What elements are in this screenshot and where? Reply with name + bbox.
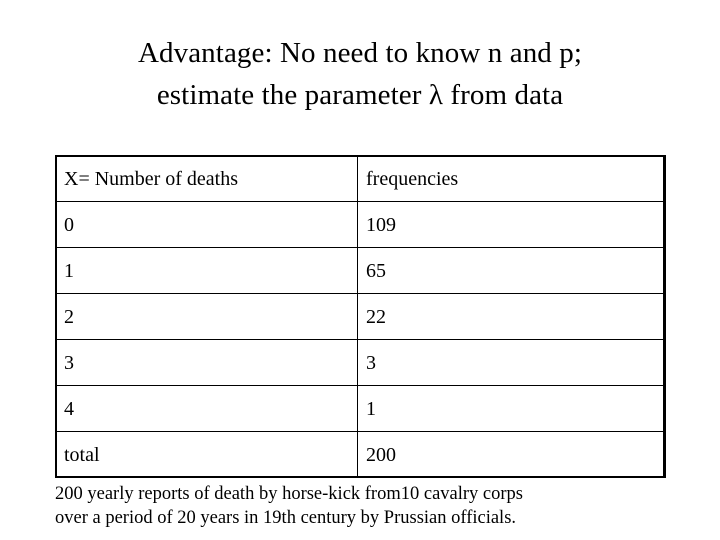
table-cell-frequency: 3 xyxy=(357,339,666,386)
table-row: 0 109 xyxy=(55,201,666,248)
title-line-1: Advantage: No need to know n and p; xyxy=(137,37,583,69)
table-row: 1 65 xyxy=(55,247,666,294)
table-total-row: total 200 xyxy=(55,431,666,478)
table-row: 2 22 xyxy=(55,293,666,340)
table-cell-x: 3 xyxy=(55,339,358,386)
frequency-table: X= Number of deaths frequencies 0 109 1 … xyxy=(55,155,666,478)
table-header-cell-x: X= Number of deaths xyxy=(55,155,358,202)
title-line-2: estimate the parameter λ from data xyxy=(156,79,564,111)
table-cell-frequency: 109 xyxy=(357,201,666,248)
table-cell-frequency: 65 xyxy=(357,247,666,294)
table-cell-x: 2 xyxy=(55,293,358,340)
table-cell-total-label: total xyxy=(55,431,358,478)
footnote-line-2: over a period of 20 years in 19th centur… xyxy=(55,508,517,528)
table-cell-total-frequency: 200 xyxy=(357,431,666,478)
footnote: 200 yearly reports of death by horse-kic… xyxy=(55,482,675,530)
table-row: 4 1 xyxy=(55,385,666,432)
table-row: 3 3 xyxy=(55,339,666,386)
footnote-line-1: 200 yearly reports of death by horse-kic… xyxy=(55,484,523,504)
table-header-cell-frequencies: frequencies xyxy=(357,155,666,202)
page-title: Advantage: No need to know n and p; esti… xyxy=(45,32,675,116)
table-cell-x: 0 xyxy=(55,201,358,248)
table-cell-x: 1 xyxy=(55,247,358,294)
slide-canvas: Advantage: No need to know n and p; esti… xyxy=(0,0,720,540)
table-cell-x: 4 xyxy=(55,385,358,432)
table-cell-frequency: 1 xyxy=(357,385,666,432)
table-header-row: X= Number of deaths frequencies xyxy=(55,155,666,202)
table-cell-frequency: 22 xyxy=(357,293,666,340)
